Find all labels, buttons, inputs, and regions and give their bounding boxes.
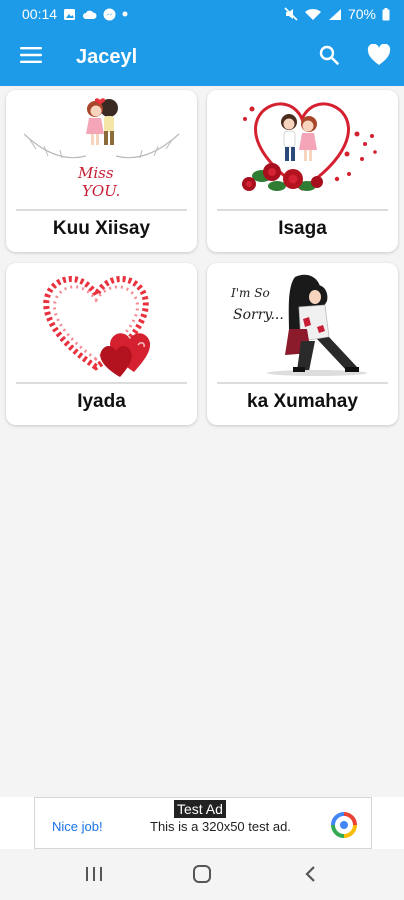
category-grid: Miss YOU. Kuu Xiisay Isaga Iyada I'm So …	[6, 90, 398, 425]
svg-text:Sorry...: Sorry...	[233, 307, 284, 323]
category-label: Isaga	[278, 218, 327, 239]
svg-text:Miss: Miss	[77, 164, 114, 182]
app-title: Jaceyl	[76, 45, 138, 68]
back-icon	[304, 865, 316, 888]
category-label: ka Xumahay	[247, 391, 358, 412]
back-button[interactable]	[280, 852, 340, 900]
svg-text:YOU.: YOU.	[82, 182, 120, 200]
battery-percent: 70%	[347, 6, 376, 22]
category-card-isaga[interactable]: Isaga	[207, 90, 398, 252]
card-divider	[217, 209, 388, 211]
card-divider	[217, 382, 388, 384]
ad-nice-text[interactable]: Nice job!	[52, 819, 103, 834]
recents-button[interactable]	[64, 852, 124, 900]
app-actions	[304, 28, 404, 86]
category-card-ka-xumahay[interactable]: I'm So Sorry... ka Xumahay	[207, 263, 398, 425]
category-label: Iyada	[77, 391, 126, 412]
signal-icon	[328, 8, 342, 21]
dot-icon	[122, 11, 128, 17]
category-label: Kuu Xiisay	[52, 218, 151, 239]
search-button[interactable]	[304, 28, 354, 86]
mute-icon	[284, 7, 298, 21]
miss-you-couple-illustration: Miss YOU.	[16, 94, 187, 208]
messenger-icon	[103, 8, 116, 21]
heart-icon	[367, 43, 391, 71]
cloud-icon	[82, 9, 97, 20]
card-divider	[16, 382, 187, 384]
status-bar: 00:14 70%	[0, 0, 404, 28]
heart-of-hearts-illustration	[16, 267, 187, 381]
app-bar: Jaceyl	[0, 28, 404, 86]
card-divider	[16, 209, 187, 211]
ad-tag: Test Ad	[174, 800, 226, 818]
favorites-button[interactable]	[354, 28, 404, 86]
ad-logo-icon[interactable]	[330, 811, 358, 839]
home-icon	[192, 864, 212, 889]
couple-in-heart-with-roses-illustration	[217, 94, 388, 208]
system-nav-bar	[0, 852, 404, 900]
im-so-sorry-couple-illustration: I'm So Sorry...	[217, 267, 388, 381]
wifi-icon	[304, 7, 322, 21]
ad-body-text[interactable]: This is a 320x50 test ad.	[150, 819, 291, 834]
category-card-kuu-xiisay[interactable]: Miss YOU. Kuu Xiisay	[6, 90, 197, 252]
menu-button[interactable]	[0, 28, 62, 86]
image-icon	[63, 8, 76, 21]
recents-icon	[85, 866, 103, 887]
menu-icon	[20, 46, 42, 69]
battery-icon	[382, 7, 390, 21]
status-time: 00:14	[22, 6, 58, 22]
status-right: 70%	[284, 6, 390, 22]
home-button[interactable]	[172, 852, 232, 900]
category-card-iyada[interactable]: Iyada	[6, 263, 197, 425]
svg-text:I'm So: I'm So	[230, 286, 270, 300]
search-icon	[319, 45, 339, 70]
status-left: 00:14	[22, 6, 128, 22]
